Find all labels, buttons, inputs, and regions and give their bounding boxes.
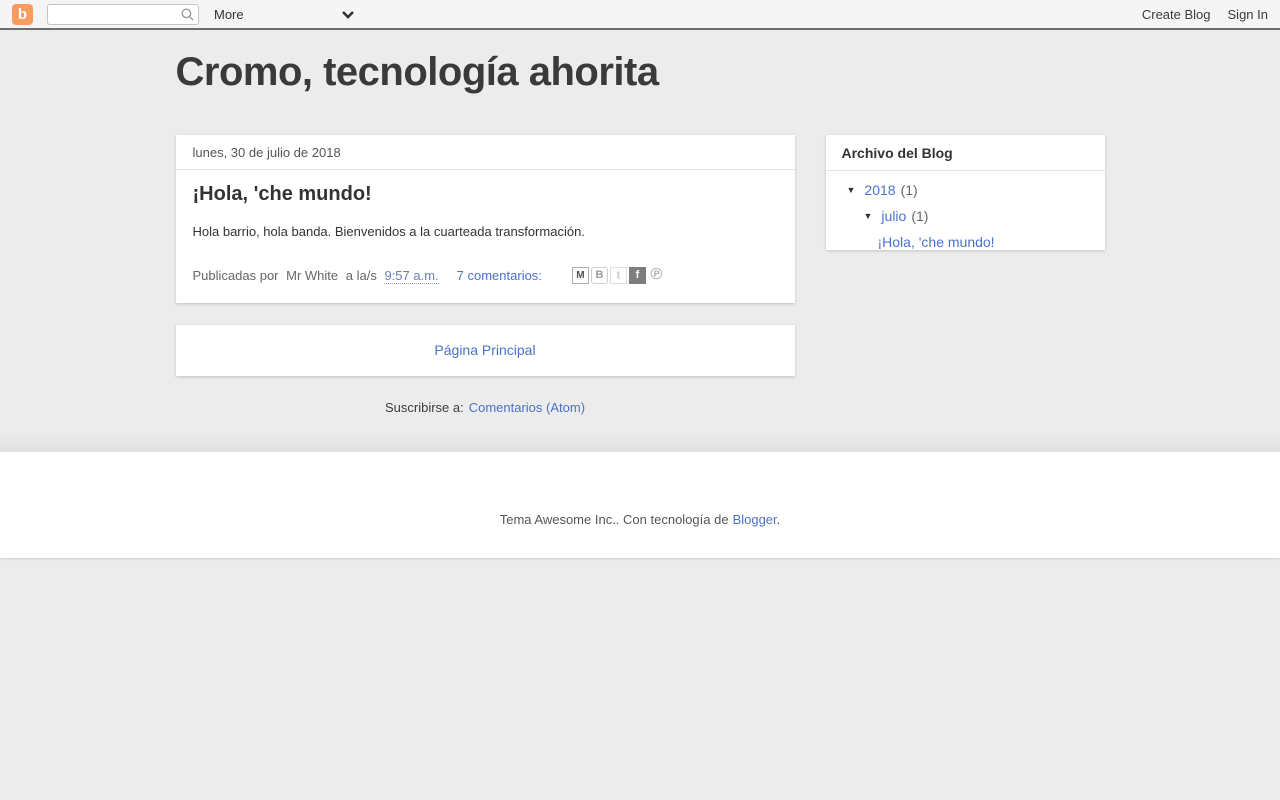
facebook-icon[interactable]: f <box>628 266 646 284</box>
sidebar: Archivo del Blog ▼ 2018 (1) ▼ julio (1) <box>825 135 1105 415</box>
archive-year-row: ▼ 2018 (1) <box>847 182 1105 198</box>
search-input[interactable] <box>47 3 199 25</box>
navbar-search <box>47 3 199 26</box>
post-body: Hola barrio, hola banda. Bienvenidos a l… <box>192 224 585 239</box>
blogthis-icon[interactable]: B <box>590 266 608 284</box>
sign-in-link[interactable]: Sign In <box>1228 7 1268 22</box>
more-dropdown[interactable]: More <box>214 7 355 22</box>
archive-year-link[interactable]: 2018 <box>864 182 895 198</box>
post-byline: Publicadas por Mr White a la/s 9:57 a.m. <box>192 267 439 284</box>
post-footer: Publicadas por Mr White a la/s 9:57 a.m.… <box>192 266 778 303</box>
blogger-navbar: b More Create Blog Sign In <box>0 0 1280 30</box>
collapse-toggle-icon[interactable]: ▼ <box>864 211 873 221</box>
search-icon[interactable] <box>181 8 194 26</box>
footer: Tema Awesome Inc.. Con tecnología de Blog… <box>0 452 1280 558</box>
blog-archive-widget: Archivo del Blog ▼ 2018 (1) ▼ julio (1) <box>825 135 1105 250</box>
post-author: Mr White <box>286 267 339 283</box>
post-title: ¡Hola, 'che mundo! <box>192 183 372 205</box>
archive-month-link[interactable]: julio <box>881 208 906 224</box>
byline-prefix: Publicadas por <box>192 267 279 283</box>
archive-post-link[interactable]: ¡Hola, 'che mundo! <box>878 234 995 250</box>
home-page-link[interactable]: Página Principal <box>434 342 535 358</box>
chevron-down-icon <box>341 7 355 22</box>
archive-post-row: ¡Hola, 'che mundo! <box>878 234 1105 250</box>
share-button-row: M B t f ℗ <box>571 266 665 284</box>
archive-title: Archivo del Blog <box>825 135 1105 171</box>
byline-connector: a la/s <box>345 267 377 283</box>
archive-month-row: ▼ julio (1) <box>864 208 1105 224</box>
pager-card: Página Principal <box>175 324 795 376</box>
pinterest-icon[interactable]: ℗ <box>648 266 665 284</box>
subscribe-prefix: Suscribirse a: <box>384 399 464 415</box>
attribution-suffix: . <box>776 512 781 527</box>
post-date-header: lunes, 30 de julio de 2018 <box>175 135 795 170</box>
email-icon[interactable]: M <box>571 266 589 284</box>
attribution-text: Tema Awesome Inc.. Con tecnología de <box>499 512 729 527</box>
more-dropdown-label: More <box>214 6 244 22</box>
comments-link[interactable]: 7 comentarios: <box>457 268 542 283</box>
collapse-toggle-icon[interactable]: ▼ <box>847 185 856 195</box>
archive-year-count: (1) <box>900 182 918 198</box>
blogger-attribution-link[interactable]: Blogger <box>733 512 777 527</box>
post-card: lunes, 30 de julio de 2018 ¡Hola, 'che m… <box>175 135 795 303</box>
twitter-icon[interactable]: t <box>609 266 627 284</box>
blog-title: Cromo, tecnología ahorita <box>175 50 660 94</box>
create-blog-link[interactable]: Create Blog <box>1142 7 1211 22</box>
page-background: Cromo, tecnología ahorita lunes, 30 de j… <box>0 30 1280 452</box>
archive-month-count: (1) <box>911 208 929 224</box>
subscribe-atom-link[interactable]: Comentarios (Atom) <box>469 400 585 415</box>
blogger-logo-icon[interactable]: b <box>12 3 33 25</box>
post-timestamp-link[interactable]: 9:57 a.m. <box>384 267 439 284</box>
archive-tree: ▼ 2018 (1) ▼ julio (1) ¡Hola, 'che mundo… <box>826 182 1105 250</box>
main-column: lunes, 30 de julio de 2018 ¡Hola, 'che m… <box>175 135 795 415</box>
subscribe-line: Suscribirse a: Comentarios (Atom) <box>176 400 795 415</box>
